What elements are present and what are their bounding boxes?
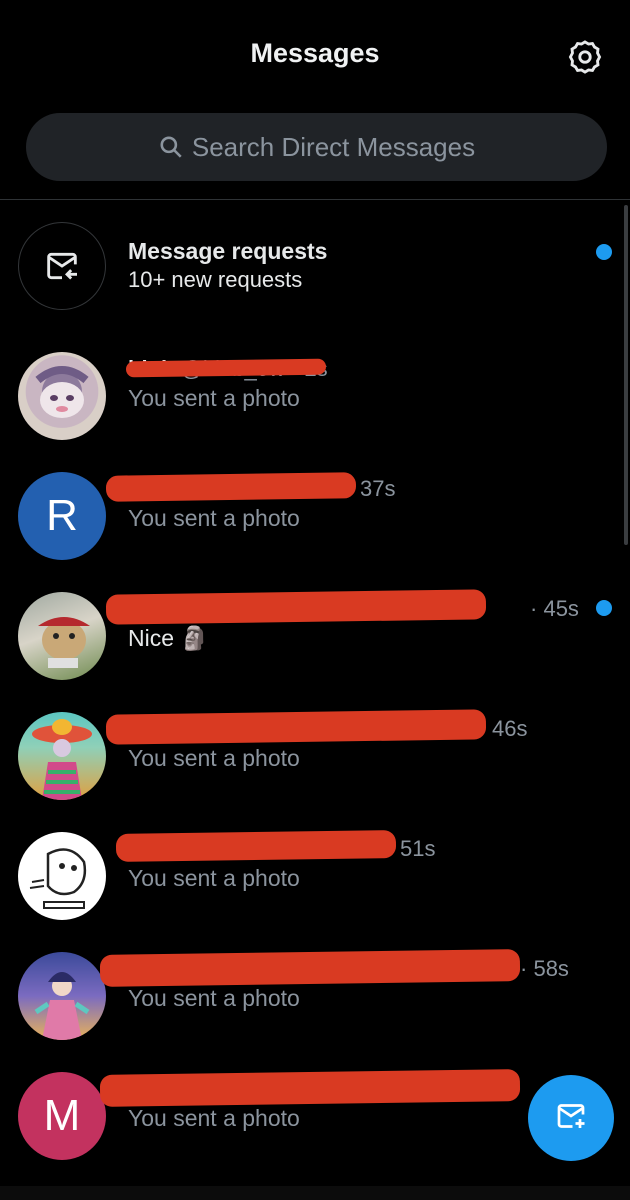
redaction-mark <box>99 949 521 987</box>
redaction-mark <box>125 358 327 378</box>
redaction-mark <box>105 589 487 625</box>
conversation-time: 37s <box>360 476 396 501</box>
page-title: Messages <box>250 38 380 68</box>
conversation-preview: You sent a photo <box>128 1105 300 1131</box>
bottom-navigation <box>0 1186 630 1200</box>
redaction-mark <box>105 709 487 745</box>
conversation-time: · 58s <box>520 956 569 981</box>
avatar: M <box>18 1072 106 1160</box>
search-placeholder: Search Direct Messages <box>191 131 476 162</box>
conversation-preview: You sent a photo <box>128 745 300 771</box>
header: Messages <box>0 0 630 110</box>
redaction-mark <box>99 1069 521 1107</box>
conversation-time: 51s <box>400 836 436 861</box>
search-icon <box>158 134 184 160</box>
conversation-preview: You sent a photo <box>128 985 300 1011</box>
unread-indicator <box>596 244 612 260</box>
avatar <box>18 832 106 920</box>
conversation-time: · 45s <box>530 596 579 621</box>
conversation-preview: You sent a photo <box>128 385 300 411</box>
redaction-mark <box>115 830 397 862</box>
search-input[interactable]: Search Direct Messages <box>26 113 607 181</box>
conversation-preview: You sent a photo <box>128 865 300 891</box>
gear-icon[interactable] <box>566 38 604 76</box>
conversation-time: 46s <box>492 716 528 741</box>
new-message-button[interactable] <box>528 1075 614 1161</box>
avatar <box>18 952 106 1040</box>
conversation-preview: Nice 🗿 <box>128 625 210 651</box>
unread-indicator <box>596 600 612 616</box>
avatar <box>18 592 106 680</box>
avatar <box>18 712 106 800</box>
requests-subtitle: 10+ new requests <box>128 267 303 292</box>
mail-return-icon <box>18 222 106 310</box>
new-message-icon <box>553 1098 589 1139</box>
redaction-mark <box>105 472 357 502</box>
requests-title: Message requests <box>128 238 328 264</box>
avatar <box>18 352 106 440</box>
avatar: R <box>18 472 106 560</box>
divider <box>0 199 630 200</box>
conversation-preview: You sent a photo <box>128 505 300 531</box>
scrollbar[interactable] <box>624 205 628 545</box>
